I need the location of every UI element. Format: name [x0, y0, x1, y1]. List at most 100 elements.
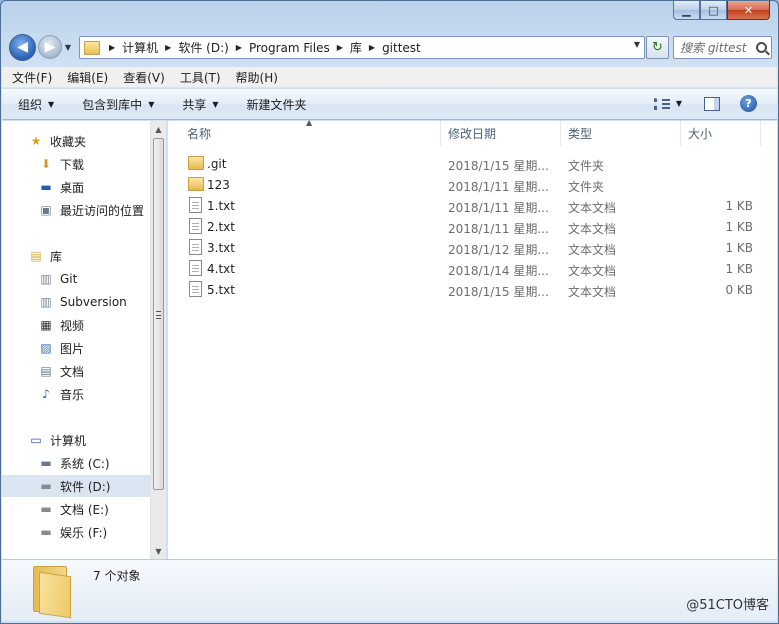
sidebar-item-label: 视频 [60, 318, 85, 333]
file-size: 1 KB [725, 199, 753, 213]
sidebar-item-label: 软件 (D:) [60, 479, 111, 494]
navigation-bar: ◀ ▶ ▼ ▶ 计算机 ▶ 软件 (D:) ▶ Program Files ▶ … [9, 33, 772, 61]
file-modified: 2018/1/11 星期... [448, 180, 549, 194]
preview-pane-icon[interactable] [704, 96, 720, 111]
sidebar-item-music[interactable]: ♪ 音乐 [2, 383, 150, 405]
organize-label: 组织 [18, 97, 43, 112]
file-type: 文本文档 [568, 264, 617, 278]
scroll-down-arrow[interactable]: ▼ [151, 543, 166, 559]
file-size: 1 KB [725, 241, 753, 255]
sidebar-item-downloads[interactable]: ⬇ 下载 [2, 153, 150, 175]
chevron-right-icon[interactable]: ▶ [109, 43, 115, 52]
address-bar[interactable]: ▶ 计算机 ▶ 软件 (D:) ▶ Program Files ▶ 库 ▶ gi… [79, 36, 645, 59]
file-modified: 2018/1/14 星期... [448, 264, 549, 278]
downloads-icon: ⬇ [40, 157, 52, 171]
file-name: 123 [207, 178, 230, 192]
menu-help[interactable]: 帮助(H) [236, 69, 278, 86]
sidebar-item-favorites[interactable]: ★ 收藏夹 [2, 130, 150, 152]
file-type: 文本文档 [568, 222, 617, 236]
minimize-button[interactable]: ▁ [673, 1, 700, 20]
chevron-right-icon[interactable]: ▶ [165, 43, 171, 52]
new-folder-button[interactable]: 新建文件夹 [247, 96, 307, 113]
sidebar-item-desktop[interactable]: ▬ 桌面 [2, 176, 150, 198]
table-row[interactable]: 5.txt 2018/1/15 星期... 文本文档 0 KB [168, 280, 777, 301]
column-label: 类型 [568, 127, 593, 141]
folder-icon [188, 177, 204, 191]
forward-button[interactable]: ▶ [38, 35, 62, 59]
file-size: 1 KB [725, 220, 753, 234]
table-row[interactable]: 1.txt 2018/1/11 星期... 文本文档 1 KB [168, 196, 777, 217]
table-row[interactable]: 4.txt 2018/1/14 星期... 文本文档 1 KB [168, 259, 777, 280]
sidebar-item-subversion[interactable]: ▥ Subversion [2, 291, 150, 313]
breadcrumb-computer[interactable]: 计算机 [122, 39, 158, 56]
address-dropdown-icon[interactable]: ▼ [634, 40, 640, 49]
caption-buttons: ▁ □ ✕ [673, 1, 770, 20]
table-row[interactable]: 123 2018/1/11 星期... 文件夹 [168, 175, 777, 196]
change-view-icon[interactable] [653, 97, 670, 110]
sidebar-item-label: 桌面 [60, 180, 85, 195]
breadcrumb-program-files[interactable]: Program Files [249, 41, 330, 55]
column-label: 大小 [688, 127, 713, 141]
recent-places-icon: ▣ [40, 203, 52, 217]
system-drive-icon: ▬ [40, 456, 52, 470]
table-row[interactable]: 2.txt 2018/1/11 星期... 文本文档 1 KB [168, 217, 777, 238]
sidebar-item-drive-f[interactable]: ▬ 娱乐 (F:) [2, 521, 150, 543]
menu-file[interactable]: 文件(F) [12, 69, 52, 86]
sidebar-item-documents[interactable]: ▤ 文档 [2, 360, 150, 382]
file-type: 文本文档 [568, 243, 617, 257]
file-size: 0 KB [725, 283, 753, 297]
column-header-type[interactable]: 类型 [561, 121, 681, 146]
sidebar-item-drive-c[interactable]: ▬ 系统 (C:) [2, 452, 150, 474]
scrollbar-thumb[interactable] [153, 138, 164, 490]
chevron-right-icon[interactable]: ▶ [337, 43, 343, 52]
column-header-modified[interactable]: 修改日期 [441, 121, 561, 146]
sidebar-item-computer[interactable]: ▭ 计算机 [2, 429, 150, 451]
share-button[interactable]: 共享 ▼ [182, 96, 218, 113]
file-name: 4.txt [207, 262, 235, 276]
text-file-icon [189, 218, 202, 234]
column-header-size[interactable]: 大小 [681, 121, 761, 146]
include-in-library-button[interactable]: 包含到库中 ▼ [82, 96, 154, 113]
recent-pages-button[interactable]: ▼ [62, 43, 74, 52]
chevron-right-icon[interactable]: ▶ [369, 43, 375, 52]
sidebar-item-drive-d[interactable]: ▬ 软件 (D:) [2, 475, 150, 497]
file-type: 文件夹 [568, 159, 605, 173]
sidebar-item-recent-places[interactable]: ▣ 最近访问的位置 [2, 199, 150, 221]
menu-tools[interactable]: 工具(T) [180, 69, 221, 86]
column-header-name[interactable]: 名称 [180, 121, 441, 146]
drive-icon: ▬ [40, 502, 52, 516]
search-input[interactable]: 搜索 gittest [673, 36, 772, 59]
text-file-icon [189, 197, 202, 213]
breadcrumb-drive-d[interactable]: 软件 (D:) [178, 39, 228, 56]
menu-edit[interactable]: 编辑(E) [67, 69, 108, 86]
refresh-button[interactable]: ↻ [646, 36, 669, 59]
breadcrumb-library[interactable]: 库 [350, 39, 362, 56]
file-name: 1.txt [207, 199, 235, 213]
table-row[interactable]: .git 2018/1/15 星期... 文件夹 [168, 154, 777, 175]
sidebar-item-libraries[interactable]: ▤ 库 [2, 245, 150, 267]
folder-icon [188, 156, 204, 170]
navigation-scrollbar[interactable]: ▲ ▼ [150, 121, 166, 559]
sidebar-item-videos[interactable]: ▦ 视频 [2, 314, 150, 336]
command-bar: 组织 ▼ 包含到库中 ▼ 共享 ▼ 新建文件夹 ▼ ? [2, 89, 777, 120]
menu-view[interactable]: 查看(V) [123, 69, 165, 86]
back-button[interactable]: ◀ [9, 33, 36, 61]
sidebar-item-label: 计算机 [50, 433, 87, 448]
sidebar-item-git[interactable]: ▥ Git [2, 268, 150, 290]
column-label: 修改日期 [448, 127, 497, 141]
organize-button[interactable]: 组织 ▼ [18, 96, 54, 113]
scroll-up-arrow[interactable]: ▲ [151, 121, 166, 137]
chevron-right-icon[interactable]: ▶ [236, 43, 242, 52]
sidebar-item-pictures[interactable]: ▨ 图片 [2, 337, 150, 359]
view-options-dropdown[interactable]: ▼ [676, 99, 682, 108]
details-pane: 7 个对象 @51CTO博客 [2, 559, 777, 621]
sidebar-item-drive-e[interactable]: ▬ 文档 (E:) [2, 498, 150, 520]
maximize-button[interactable]: □ [700, 1, 727, 20]
breadcrumb-gittest[interactable]: gittest [382, 41, 421, 55]
table-row[interactable]: 3.txt 2018/1/12 星期... 文本文档 1 KB [168, 238, 777, 259]
sidebar-item-label: 文档 [60, 364, 85, 379]
help-icon[interactable]: ? [740, 95, 757, 112]
close-button[interactable]: ✕ [727, 1, 770, 20]
pictures-icon: ▨ [40, 341, 52, 355]
drive-icon: ▬ [40, 479, 52, 493]
